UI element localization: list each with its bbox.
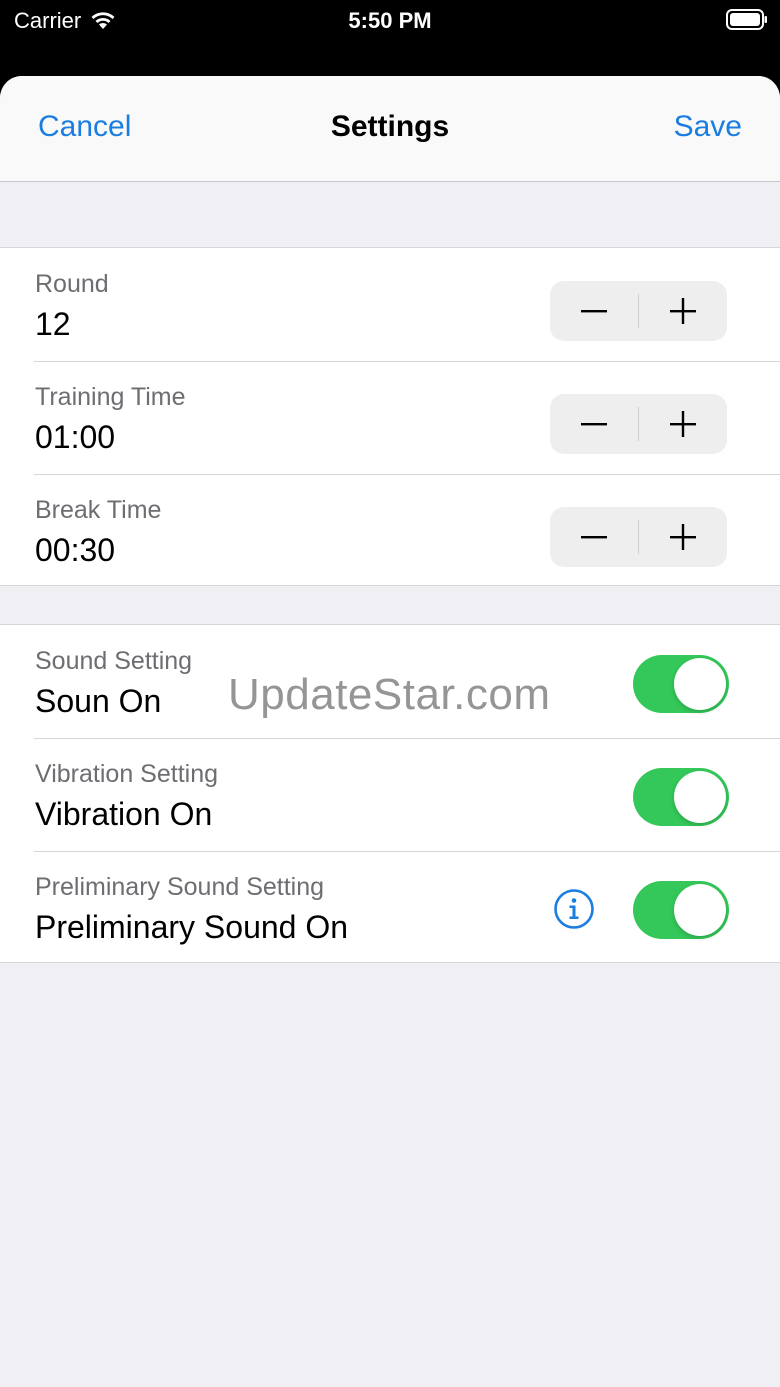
break-time-decrement-button[interactable] (550, 507, 638, 567)
round-label: Round (35, 270, 109, 298)
round-increment-button[interactable] (639, 281, 727, 341)
training-time-increment-button[interactable] (639, 394, 727, 454)
minus-icon (581, 536, 607, 539)
toggle-knob (674, 771, 726, 823)
sound-setting-label: Sound Setting (35, 647, 193, 675)
round-row: Round 12 (0, 248, 780, 361)
training-time-stepper (550, 394, 727, 454)
status-bar: Carrier 5:50 PM (0, 0, 780, 76)
toggle-knob (674, 658, 726, 710)
vibration-toggle[interactable] (633, 768, 729, 826)
minus-icon (581, 310, 607, 313)
break-time-label: Break Time (35, 496, 162, 524)
vibration-setting-row: Vibration Setting Vibration On (0, 738, 780, 851)
break-time-increment-button[interactable] (639, 507, 727, 567)
plus-icon (670, 411, 696, 437)
minus-icon (581, 423, 607, 426)
vibration-setting-value: Vibration On (35, 796, 213, 832)
preliminary-sound-setting-value: Preliminary Sound On (35, 909, 349, 945)
training-time-decrement-button[interactable] (550, 394, 638, 454)
info-icon[interactable] (553, 888, 595, 930)
page-title: Settings (330, 110, 450, 143)
timer-settings-group: Round 12 Training Time 01:00 Break Time … (0, 247, 780, 586)
break-time-row: Break Time 00:30 (0, 474, 780, 587)
save-button[interactable]: Save (674, 110, 742, 144)
preliminary-sound-setting-row: Preliminary Sound Setting Preliminary So… (0, 851, 780, 964)
sound-setting-value: Soun On (35, 683, 162, 719)
preliminary-sound-toggle[interactable] (633, 881, 729, 939)
training-time-label: Training Time (35, 383, 186, 411)
training-time-value: 01:00 (35, 419, 116, 455)
plus-icon (670, 298, 696, 324)
vibration-setting-label: Vibration Setting (35, 760, 218, 788)
status-time: 5:50 PM (348, 8, 432, 33)
plus-icon (670, 524, 696, 550)
break-time-value: 00:30 (35, 532, 116, 568)
sound-toggle[interactable] (633, 655, 729, 713)
break-time-stepper (550, 507, 727, 567)
watermark-text: UpdateStar.com (228, 670, 551, 719)
round-decrement-button[interactable] (550, 281, 638, 341)
settings-sheet: Cancel Settings Save Round 12 Training T… (0, 76, 780, 1387)
training-time-row: Training Time 01:00 (0, 361, 780, 474)
round-value: 12 (35, 306, 71, 342)
toggle-knob (674, 884, 726, 936)
navigation-bar: Cancel Settings Save (0, 76, 780, 182)
battery-icon (726, 9, 767, 30)
preliminary-sound-setting-label: Preliminary Sound Setting (35, 873, 325, 901)
round-stepper (550, 281, 727, 341)
